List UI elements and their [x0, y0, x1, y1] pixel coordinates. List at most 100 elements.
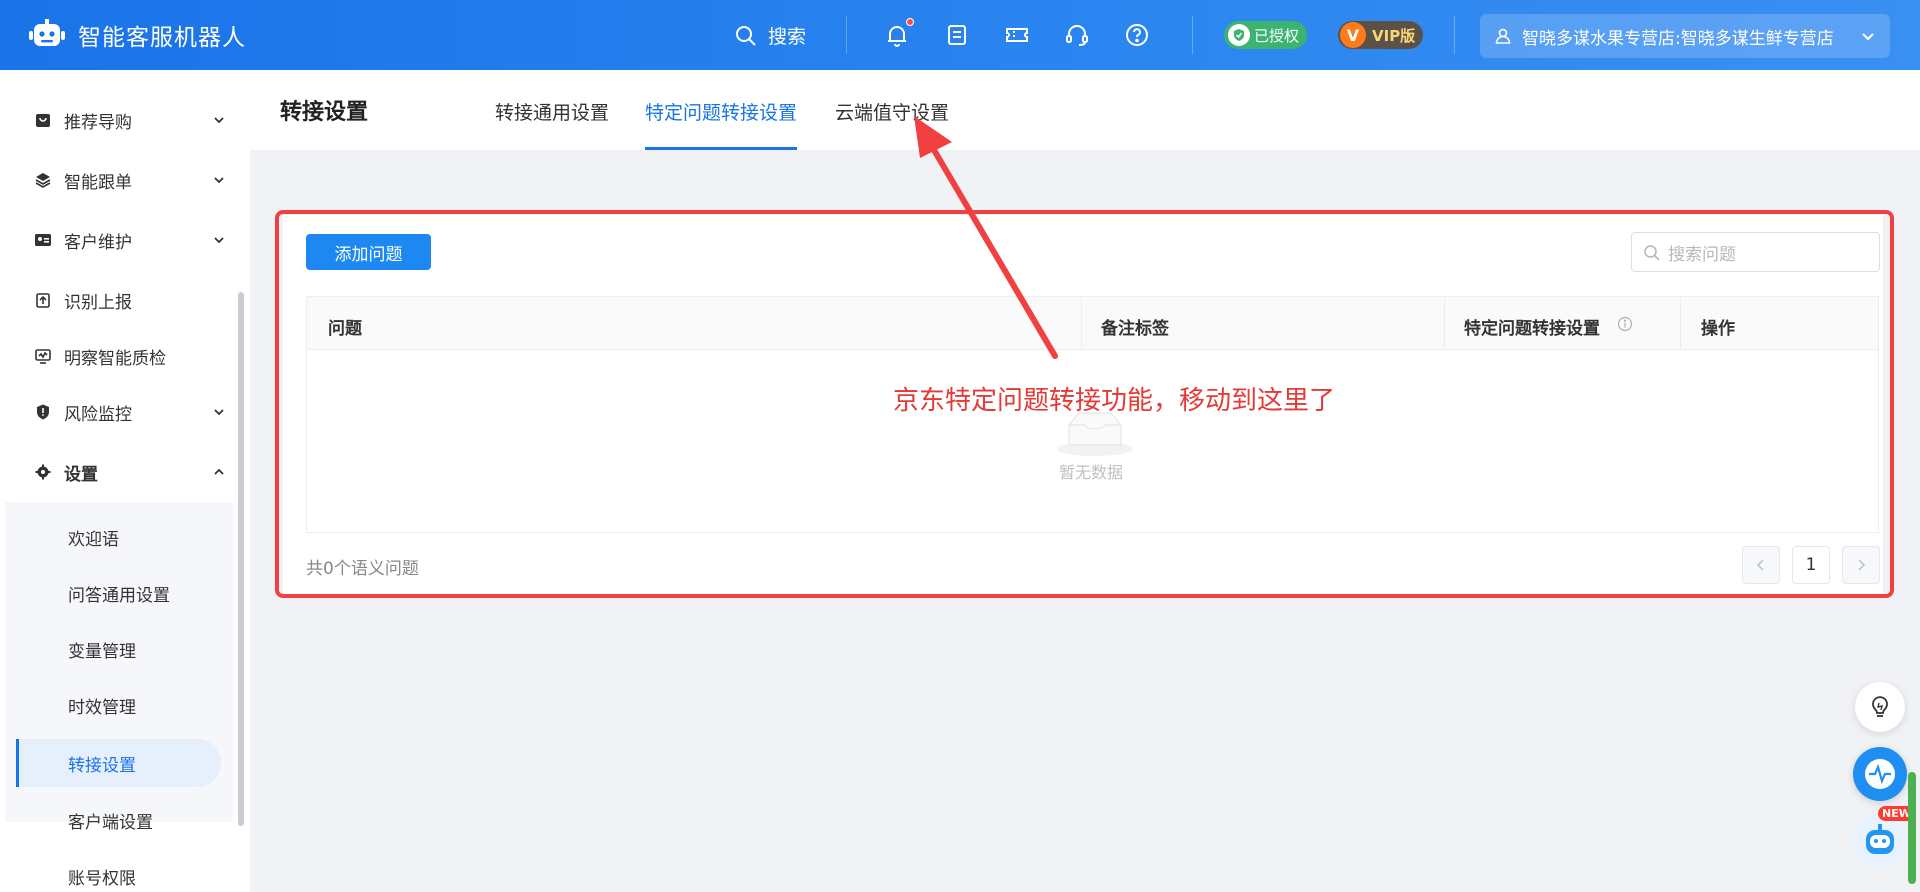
sidebar-subitem-client[interactable]: 客户端设置 — [16, 796, 221, 844]
store-name: 智晓多谋水果专营店:智晓多谋生鲜专营店 — [1522, 28, 1834, 49]
sidebar-item-label: 风险监控 — [64, 404, 132, 425]
shield-check-icon — [1228, 24, 1250, 46]
add-question-button[interactable]: 添加问题 — [306, 234, 431, 270]
authorized-label: 已授权 — [1254, 26, 1300, 45]
sidebar-subitem-label: 时效管理 — [68, 697, 136, 718]
vip-badge[interactable]: V VIP版 — [1338, 21, 1424, 49]
robot-icon — [1866, 824, 1894, 854]
assistant-robot-button[interactable] — [1853, 813, 1907, 867]
prev-page-button[interactable] — [1742, 546, 1780, 584]
chevron-down-icon — [214, 117, 224, 124]
upload-icon — [36, 293, 50, 308]
bell-icon[interactable] — [884, 22, 910, 48]
ticket-icon[interactable] — [1004, 22, 1030, 48]
search-placeholder: 搜索问题 — [1668, 244, 1736, 265]
headset-icon[interactable] — [1064, 22, 1090, 48]
brand-name: 智能客服机器人 — [78, 25, 246, 51]
brand[interactable]: 智能客服机器人 — [28, 18, 246, 52]
search-question-input[interactable]: 搜索问题 — [1631, 232, 1880, 272]
sidebar-item-tracking[interactable]: 智能跟单 — [0, 158, 240, 202]
page-title: 转接设置 — [280, 100, 369, 125]
gear-icon — [35, 464, 51, 480]
sidebar-subitem-label: 账号权限 — [68, 868, 136, 889]
sidebar-subitem-qa-general[interactable]: 问答通用设置 — [16, 569, 221, 617]
monitor-icon — [35, 349, 51, 364]
vip-label: VIP版 — [1372, 26, 1416, 45]
sidebar-item-label: 推荐导购 — [64, 112, 132, 133]
sidebar-subitem-welcome[interactable]: 欢迎语 — [16, 513, 221, 561]
content-header: 转接设置 转接通用设置 特定问题转接设置 云端值守设置 — [250, 70, 1920, 150]
notification-dot — [906, 18, 914, 26]
sidebar-subitem-label: 问答通用设置 — [68, 585, 170, 606]
column-divider — [1444, 297, 1445, 350]
sidebar-subitem-account[interactable]: 账号权限 — [16, 852, 221, 892]
chevron-down-icon — [214, 409, 224, 416]
chevron-right-icon — [1858, 559, 1866, 571]
pulse-icon — [1865, 759, 1895, 789]
sidebar-item-quality[interactable]: 明察智能质检 — [0, 334, 240, 378]
chevron-down-icon — [1862, 33, 1874, 41]
empty-text: 暂无数据 — [1059, 463, 1124, 482]
info-icon[interactable] — [1617, 316, 1633, 332]
sidebar-subitem-label: 客户端设置 — [68, 812, 153, 833]
store-selector[interactable]: 智晓多谋水果专营店:智晓多谋生鲜专营店 — [1480, 14, 1890, 58]
divider — [846, 16, 847, 54]
column-header-tag: 备注标签 — [1101, 319, 1169, 339]
sidebar-subitem-transfer[interactable]: 转接设置 — [16, 739, 221, 787]
chevron-down-icon — [214, 237, 224, 244]
sidebar-item-label: 明察智能质检 — [64, 348, 166, 369]
table-header: 问题 备注标签 特定问题转接设置 操作 — [307, 297, 1878, 350]
sidebar-item-settings[interactable]: 设置 — [0, 450, 240, 494]
column-divider — [1680, 297, 1681, 350]
sidebar-subitem-label: 欢迎语 — [68, 529, 119, 550]
sidebar-item-label: 客户维护 — [64, 232, 132, 253]
chevron-down-icon — [214, 177, 224, 184]
search-icon — [736, 25, 756, 46]
next-page-button[interactable] — [1842, 546, 1880, 584]
lightbulb-icon — [1872, 696, 1888, 717]
sidebar-item-risk[interactable]: 风险监控 — [0, 390, 240, 434]
sidebar-item-report[interactable]: 识别上报 — [0, 278, 240, 322]
help-icon[interactable] — [1124, 22, 1150, 48]
layers-icon — [35, 173, 51, 188]
top-header: 智能客服机器人 搜索 已授权 V VIP版 智晓多谋水果专营店:智晓多谋生鲜专营… — [0, 0, 1920, 70]
divider — [1192, 16, 1193, 54]
global-search-button[interactable]: 搜索 — [734, 22, 806, 49]
chevron-up-icon — [214, 468, 224, 475]
tab-specific-question-transfer[interactable]: 特定问题转接设置 — [645, 98, 798, 150]
divider — [1454, 16, 1455, 54]
page-scrollbar[interactable] — [1908, 772, 1916, 884]
sidebar-subitem-variables[interactable]: 变量管理 — [16, 625, 221, 673]
bag-icon — [36, 114, 50, 127]
tips-button[interactable] — [1855, 682, 1905, 732]
column-divider — [1081, 297, 1082, 350]
sidebar-item-recommend[interactable]: 推荐导购 — [0, 98, 240, 142]
search-icon — [1644, 245, 1660, 261]
column-header-transfer-setting: 特定问题转接设置 — [1464, 319, 1600, 339]
tab-general-transfer[interactable]: 转接通用设置 — [495, 98, 609, 150]
sidebar-scrollbar[interactable] — [238, 292, 244, 826]
sidebar-item-customer[interactable]: 客户维护 — [0, 218, 240, 262]
vip-icon: V — [1340, 22, 1366, 48]
authorized-badge: 已授权 — [1224, 21, 1308, 49]
column-header-actions: 操作 — [1701, 319, 1735, 339]
global-search-label: 搜索 — [768, 26, 807, 48]
tab-cloud-duty[interactable]: 云端值守设置 — [835, 98, 949, 150]
id-card-icon — [35, 234, 51, 246]
total-count: 共0个语义问题 — [306, 559, 419, 579]
sidebar-item-label: 设置 — [64, 464, 98, 485]
sidebar-subitem-timeliness[interactable]: 时效管理 — [16, 681, 221, 729]
sidebar-subitem-label: 变量管理 — [68, 641, 136, 662]
column-header-question: 问题 — [328, 319, 362, 339]
user-icon — [1495, 28, 1511, 44]
sidebar-item-label: 识别上报 — [64, 292, 132, 313]
checklist-icon[interactable] — [944, 22, 970, 48]
annotation-text: 京东特定问题转接功能，移动到这里了 — [893, 386, 1336, 416]
page-number-button[interactable]: 1 — [1792, 546, 1830, 584]
monitor-pulse-button[interactable] — [1853, 747, 1907, 801]
sidebar-subitem-label: 转接设置 — [68, 755, 136, 776]
sidebar: 推荐导购 智能跟单 客户维护 识别上报 明察智能质检 风险监控 设置 欢迎语 问… — [0, 70, 250, 892]
shield-icon — [37, 404, 49, 420]
chevron-left-icon — [1756, 559, 1764, 571]
sidebar-item-label: 智能跟单 — [64, 172, 132, 193]
